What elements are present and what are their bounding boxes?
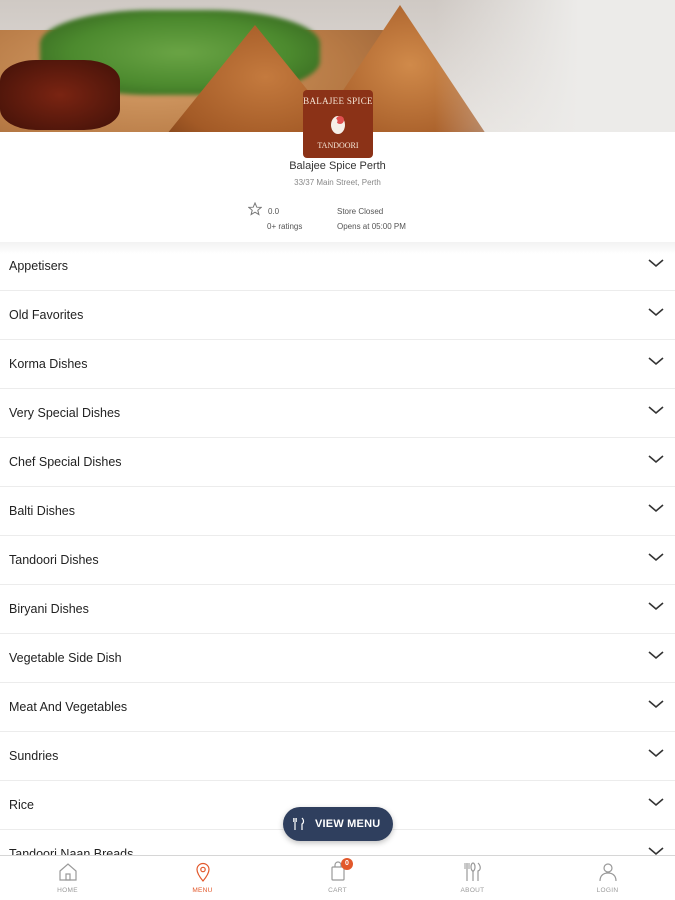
restaurant-stats: 0.0 0+ ratings Store Closed Opens at 05:… [248,202,438,234]
chef-mark-icon [331,116,345,134]
tab-label: ABOUT [460,887,485,894]
restaurant-address: 33/37 Main Street, Perth [294,178,381,187]
category-label: Balti Dishes [9,504,75,518]
category-row[interactable]: Meat And Vegetables [0,683,675,732]
logo-text-bottom: TANDOORI [317,141,359,150]
tab-home[interactable]: HOME [0,856,135,900]
chevron-down-icon [648,651,664,660]
tab-label: CART [328,887,347,894]
location-pin-icon [196,862,210,882]
category-label: Sundries [9,749,59,763]
cart-badge: 0 [341,858,353,870]
restaurant-logo: BALAJEE SPICE TANDOORI [303,90,373,158]
bottom-tab-bar: HOME MENU CART ABOUT LOGIN [0,855,675,900]
category-list: Appetisers Old Favorites Korma Dishes Ve… [0,242,675,879]
category-row[interactable]: Tandoori Dishes [0,536,675,585]
home-icon [59,863,77,881]
tab-cart[interactable]: CART [270,856,405,900]
category-label: Appetisers [9,259,69,273]
category-label: Chef Special Dishes [9,455,122,469]
chevron-down-icon [648,259,664,268]
tab-about[interactable]: ABOUT [405,856,540,900]
opening-time: Opens at 05:00 PM [337,222,406,231]
chevron-down-icon [648,553,664,562]
category-row[interactable]: Appetisers [0,242,675,291]
category-row[interactable]: Chef Special Dishes [0,438,675,487]
cutlery-icon [293,817,305,830]
category-label: Tandoori Dishes [9,553,99,567]
category-row[interactable]: Old Favorites [0,291,675,340]
chevron-down-icon [648,798,664,807]
store-status: Store Closed [337,207,384,216]
restaurant-info: Balajee Spice Perth 33/37 Main Street, P… [0,160,675,187]
cutlery-icon [464,862,481,881]
tab-label: HOME [57,887,78,894]
chevron-down-icon [648,357,664,366]
tab-label: MENU [192,887,213,894]
chevron-down-icon [648,406,664,415]
category-label: Meat And Vegetables [9,700,128,714]
category-label: Korma Dishes [9,357,88,371]
category-row[interactable]: Balti Dishes [0,487,675,536]
category-label: Rice [9,798,35,812]
ratings-count: 0+ ratings [267,222,303,231]
tab-label: LOGIN [596,887,619,894]
tab-login[interactable]: LOGIN [540,856,675,900]
star-icon [248,202,262,216]
view-menu-label: VIEW MENU [315,818,381,830]
category-row[interactable]: Korma Dishes [0,340,675,389]
chevron-down-icon [648,455,664,464]
chevron-down-icon [648,700,664,709]
chevron-down-icon [648,602,664,611]
category-label: Very Special Dishes [9,406,121,420]
category-row[interactable]: Biryani Dishes [0,585,675,634]
user-icon [599,863,617,882]
view-menu-button[interactable]: VIEW MENU [283,807,393,841]
category-label: Old Favorites [9,308,84,322]
logo-text-top: BALAJEE SPICE [303,96,373,106]
chevron-down-icon [648,504,664,513]
category-label: Vegetable Side Dish [9,651,122,665]
category-row[interactable]: Sundries [0,732,675,781]
rating-value: 0.0 [268,207,280,216]
category-label: Biryani Dishes [9,602,89,616]
tab-menu[interactable]: MENU [135,856,270,900]
restaurant-name: Balajee Spice Perth [289,160,386,172]
category-row[interactable]: Very Special Dishes [0,389,675,438]
category-row[interactable]: Vegetable Side Dish [0,634,675,683]
chevron-down-icon [648,308,664,317]
chevron-down-icon [648,749,664,758]
